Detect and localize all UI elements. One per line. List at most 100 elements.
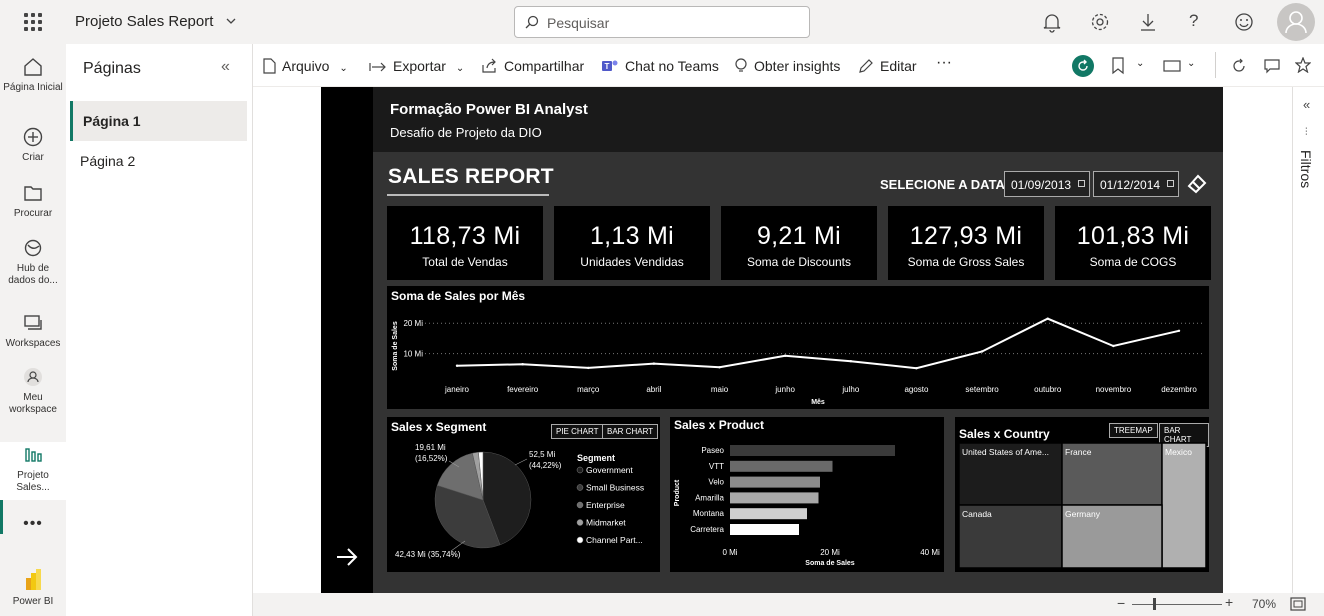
report-title-menu[interactable]: Projeto Sales Report [75, 13, 236, 30]
kpi-value: 1,13 Mi [589, 222, 675, 250]
collapse-pages-icon[interactable]: « [221, 58, 230, 76]
treemap-label: Canada [962, 509, 992, 519]
bar [730, 492, 819, 504]
product-chart-panel[interactable]: Sales x Product Paseo VTT Velo Amarilla Mont… [670, 417, 944, 572]
gear-icon[interactable] [1089, 11, 1111, 33]
nav-label: Workspaces [5, 338, 61, 349]
file-label: Arquivo [282, 58, 330, 74]
kpi-card-gross-sales[interactable]: 127,93 Mi Soma de Gross Sales [888, 206, 1044, 280]
help-icon[interactable]: ? [1189, 11, 1198, 31]
eraser-icon[interactable] [1186, 172, 1208, 194]
nav-current-report[interactable]: Projeto Sales... [0, 442, 66, 500]
nav-label: Hub de dados do... [8, 263, 58, 286]
kpi-card-cogs[interactable]: 101,83 Mi Soma de COGS [1055, 206, 1211, 280]
nav-data-hub[interactable]: Hub de dados do... [0, 237, 66, 287]
download-icon[interactable] [1137, 11, 1159, 33]
x-tick-label: 0 Mi [722, 548, 737, 557]
x-tick-label: agosto [904, 385, 929, 394]
star-icon[interactable] [1295, 57, 1311, 73]
lightbulb-icon [735, 58, 747, 72]
toolbar-divider [1215, 52, 1216, 78]
nav-my-workspace[interactable]: Meu workspace [0, 366, 66, 416]
teams-icon: T [602, 60, 618, 71]
legend-label: Channel Part... [586, 535, 643, 545]
more-icon[interactable]: ••• [0, 516, 66, 532]
calendar-icon[interactable] [1167, 180, 1174, 187]
y-tick-label: Amarilla [695, 493, 724, 502]
plus-circle-icon [23, 127, 43, 147]
segment-chart-panel[interactable]: Sales x Segment PIE CHART BAR CHART 52,5… [387, 417, 660, 572]
data-point [718, 366, 721, 369]
calendar-icon[interactable] [1078, 180, 1085, 187]
report-toolbar: Arquivo ⌄ Exportar ⌄ Compartilhar T Chat … [253, 44, 1324, 87]
date-end-input[interactable]: 01/12/2014 [1093, 171, 1179, 197]
nav-label: Página Inicial [3, 82, 63, 93]
file-menu-button[interactable]: Arquivo ⌄ [263, 58, 348, 74]
nav-label: Projeto Sales... [16, 470, 50, 493]
zoom-in-icon[interactable]: + [1225, 594, 1233, 610]
teams-chat-button[interactable]: T Chat no Teams [601, 58, 719, 74]
legend-marker [576, 536, 584, 544]
feedback-smiley-icon[interactable] [1233, 11, 1255, 33]
nav-powerbi[interactable]: Power BI [0, 568, 66, 608]
avatar[interactable] [1277, 3, 1315, 41]
pie-chart: 52,5 Mi (44,22%) 19,61 Mi (16,52%) 42,43 Mi … [395, 443, 644, 559]
insights-button[interactable]: Obter insights [734, 58, 840, 74]
treemap-label: United States of Ame... [962, 447, 1049, 457]
share-button[interactable]: Compartilhar [481, 58, 584, 74]
kpi-label: Unidades Vendidas [580, 255, 684, 269]
export-menu-button[interactable]: Exportar ⌄ [369, 58, 464, 74]
chevron-down-icon: ⌄ [339, 63, 348, 74]
comment-icon[interactable] [1264, 58, 1280, 74]
chevron-down-icon[interactable]: ⌄ [1136, 58, 1144, 69]
arrow-right-icon[interactable] [335, 545, 359, 569]
legend-label: Small Business [586, 483, 644, 493]
zoom-slider-thumb[interactable] [1153, 598, 1156, 610]
zoom-out-icon[interactable]: − [1117, 595, 1125, 611]
fit-page-icon[interactable] [1290, 597, 1306, 611]
page-tab-2[interactable]: Página 2 [70, 141, 247, 181]
refresh-icon[interactable] [1231, 58, 1247, 74]
bookmark-icon[interactable] [1111, 57, 1125, 75]
edit-button[interactable]: Editar [858, 58, 917, 74]
treemap-label: Mexico [1165, 447, 1192, 457]
workspaces-icon [24, 315, 42, 330]
date-start-input[interactable]: 01/09/2013 [1004, 171, 1090, 197]
nav-label: Power BI [12, 596, 54, 607]
data-label: 19,61 Mi [415, 443, 446, 452]
chevron-down-icon[interactable]: ⌄ [1187, 58, 1195, 69]
kpi-card-discounts[interactable]: 9,21 Mi Soma de Discounts [721, 206, 877, 280]
country-chart-panel[interactable]: Sales x Country TREEMAP BAR CHART United… [955, 417, 1209, 572]
zoom-slider[interactable] [1132, 604, 1222, 605]
search-input[interactable]: Pesquisar [514, 6, 810, 38]
view-icon[interactable] [1163, 60, 1181, 72]
page-tab-1[interactable]: Página 1 [70, 101, 247, 141]
nav-browse[interactable]: Procurar [0, 182, 66, 220]
line-chart-panel[interactable]: Soma de Sales por Mês 10 Mi 20 Mi Soma de … [387, 286, 1209, 409]
expand-filters-icon[interactable]: « [1303, 97, 1310, 112]
more-options-icon[interactable]: ··· [936, 54, 952, 72]
kpi-value: 101,83 Mi [1076, 222, 1190, 250]
data-label: 42,43 Mi (35,74%) [395, 550, 461, 559]
bell-icon[interactable] [1041, 11, 1063, 33]
data-point [980, 350, 984, 353]
x-tick-label: julho [841, 385, 859, 394]
reset-icon[interactable] [1071, 54, 1095, 78]
zoom-level: 70% [1252, 597, 1277, 611]
kpi-card-total-vendas[interactable]: 118,73 Mi Total de Vendas [387, 206, 543, 280]
kpi-label: Soma de Gross Sales [907, 255, 1025, 269]
report-side-strip [321, 87, 373, 593]
person-icon [1285, 11, 1307, 34]
nav-home[interactable]: Página Inicial [0, 56, 66, 94]
app-launcher-icon[interactable] [24, 13, 42, 31]
data-point [915, 366, 918, 370]
kpi-card-unidades[interactable]: 1,13 Mi Unidades Vendidas [554, 206, 710, 280]
bar [730, 476, 820, 488]
data-label: (44,22%) [529, 461, 562, 470]
nav-create[interactable]: Criar [0, 126, 66, 164]
nav-workspaces[interactable]: Workspaces [0, 312, 66, 350]
treemap-label: France [1065, 447, 1092, 457]
x-tick-label: fevereiro [507, 385, 539, 394]
y-axis-title: Soma de Sales [392, 321, 399, 371]
date-end-value: 01/12/2014 [1100, 178, 1161, 192]
